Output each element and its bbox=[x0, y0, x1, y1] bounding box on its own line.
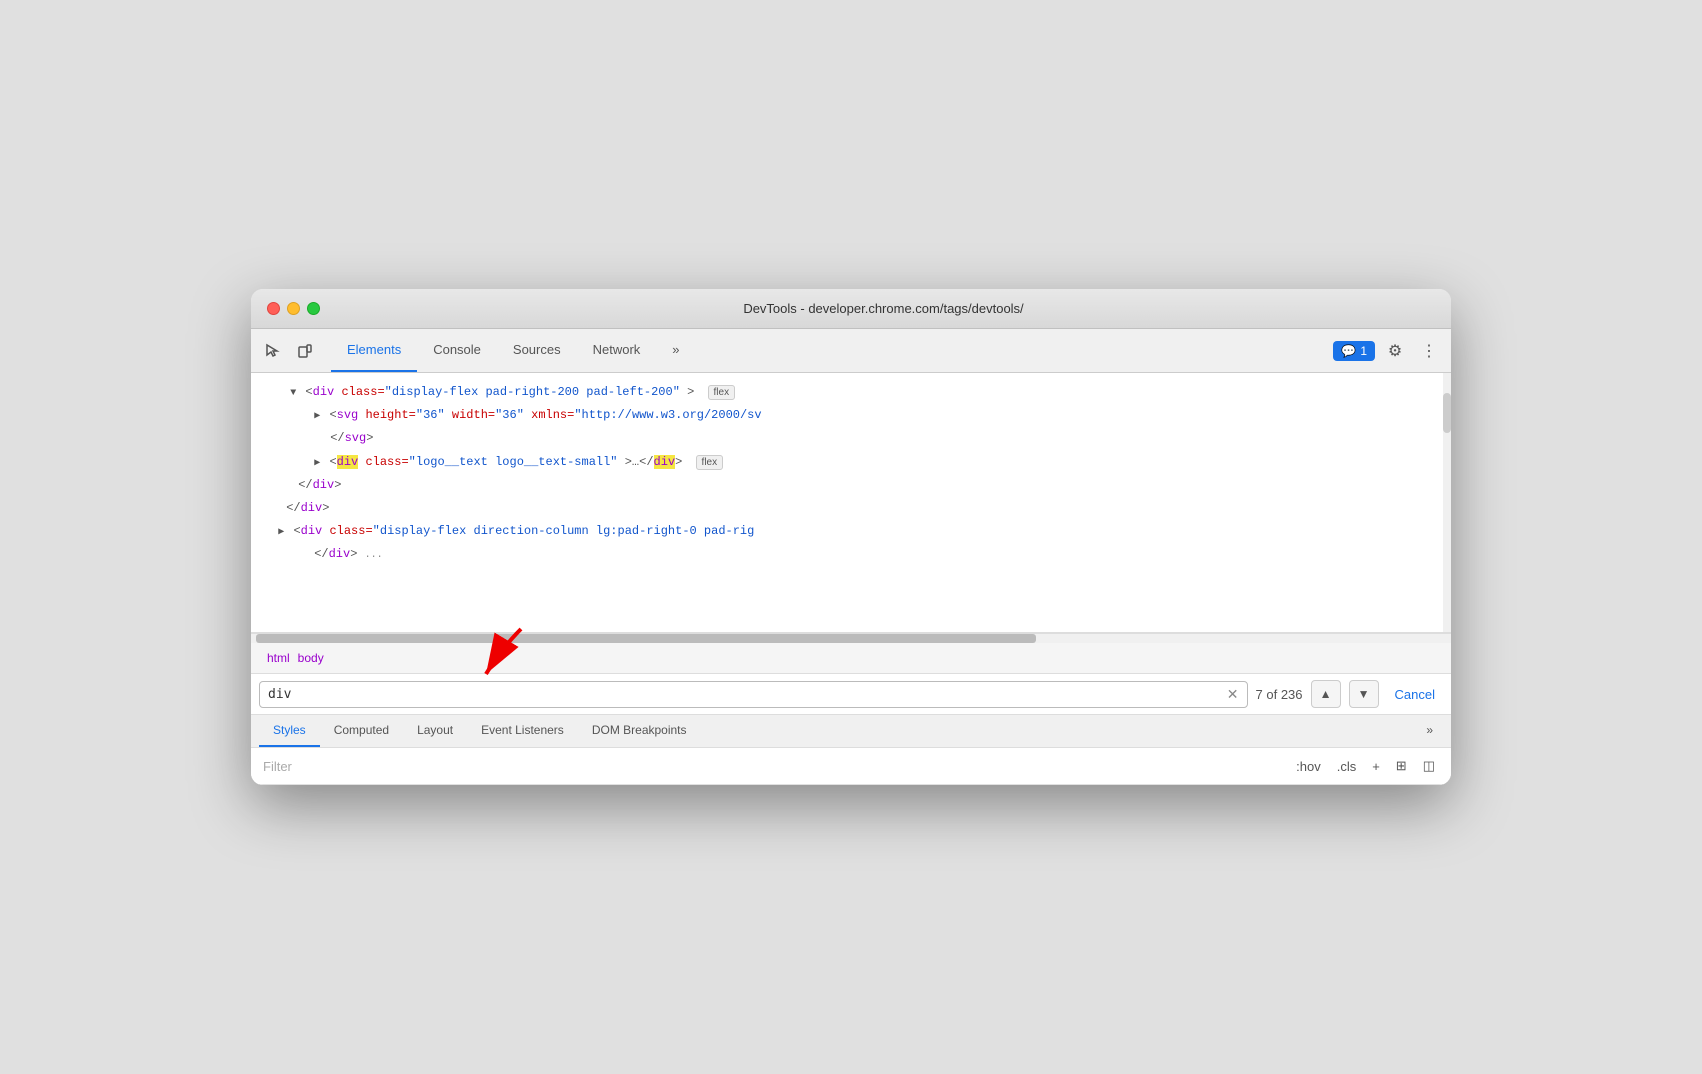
tab-dom-breakpoints[interactable]: DOM Breakpoints bbox=[578, 715, 701, 747]
search-count: 7 of 236 bbox=[1256, 687, 1303, 702]
flex-badge-2: flex bbox=[696, 455, 724, 470]
dom-line-1[interactable]: ▼ <div class="display-flex pad-right-200… bbox=[251, 381, 1451, 404]
vertical-scrollbar[interactable] bbox=[1443, 373, 1451, 632]
search-next-button[interactable]: ▼ bbox=[1349, 680, 1379, 708]
device-icon[interactable] bbox=[291, 337, 319, 365]
tab-layout[interactable]: Layout bbox=[403, 715, 467, 747]
styles-tabs: Styles Computed Layout Event Listeners D… bbox=[251, 715, 1451, 748]
comment-badge[interactable]: 💬 1 bbox=[1333, 341, 1375, 361]
search-bar: ✕ 7 of 236 ▲ ▼ Cancel bbox=[251, 674, 1451, 715]
close-button[interactable] bbox=[267, 302, 280, 315]
dom-line-7[interactable]: ▶ <div class="display-flex direction-col… bbox=[251, 520, 1451, 543]
search-prev-button[interactable]: ▲ bbox=[1311, 680, 1341, 708]
tab-sources[interactable]: Sources bbox=[497, 329, 577, 372]
tab-console[interactable]: Console bbox=[417, 329, 497, 372]
search-clear-icon[interactable]: ✕ bbox=[1227, 686, 1239, 703]
horizontal-scrollbar[interactable] bbox=[251, 633, 1451, 643]
dom-line-5[interactable]: </div> bbox=[251, 474, 1451, 497]
devtools-window: DevTools - developer.chrome.com/tags/dev… bbox=[251, 289, 1451, 785]
filter-actions: :hov .cls + ⊞ ◫ bbox=[1292, 756, 1439, 776]
search-cancel-button[interactable]: Cancel bbox=[1387, 683, 1443, 706]
scrollbar-thumb bbox=[1443, 393, 1451, 433]
tab-computed[interactable]: Computed bbox=[320, 715, 403, 747]
tab-elements[interactable]: Elements bbox=[331, 329, 417, 372]
breadcrumb-html[interactable]: html bbox=[263, 649, 294, 667]
title-bar: DevTools - developer.chrome.com/tags/dev… bbox=[251, 289, 1451, 329]
flex-badge-1: flex bbox=[708, 385, 736, 400]
horizontal-scrollbar-thumb bbox=[256, 634, 1036, 643]
add-rule-button[interactable]: + bbox=[1368, 757, 1384, 776]
inspect-icon[interactable] bbox=[259, 337, 287, 365]
sidebar-toggle-button[interactable]: ◫ bbox=[1419, 756, 1439, 776]
more-options-icon[interactable]: ⋮ bbox=[1415, 337, 1443, 365]
toolbar-icons bbox=[259, 337, 319, 365]
force-state-button[interactable]: ⊞ bbox=[1392, 756, 1411, 776]
maximize-button[interactable] bbox=[307, 302, 320, 315]
plus-icon: + bbox=[1372, 759, 1380, 774]
dom-line-3[interactable]: </svg> bbox=[251, 427, 1451, 450]
comment-icon: 💬 bbox=[1341, 344, 1356, 358]
breadcrumb-body[interactable]: body bbox=[294, 649, 328, 667]
dom-line-8[interactable]: </div> ... bbox=[251, 543, 1451, 566]
devtools-tabs: Elements Console Sources Network » bbox=[331, 329, 1333, 372]
comment-count: 1 bbox=[1360, 344, 1367, 358]
breadcrumb-bar: html body bbox=[251, 643, 1451, 674]
dom-line-6[interactable]: </div> bbox=[251, 497, 1451, 520]
triangle-7: ▶ bbox=[278, 527, 284, 538]
dom-line-4[interactable]: ▶ <div class="logo__text logo__text-smal… bbox=[251, 451, 1451, 474]
search-input-wrapper: ✕ bbox=[259, 681, 1248, 708]
triangle-4: ▶ bbox=[314, 458, 320, 469]
tab-more-bottom[interactable]: » bbox=[1416, 715, 1443, 747]
dom-panel: ▼ <div class="display-flex pad-right-200… bbox=[251, 373, 1451, 633]
traffic-lights bbox=[267, 302, 320, 315]
force-icon: ⊞ bbox=[1396, 758, 1407, 773]
settings-icon[interactable]: ⚙ bbox=[1381, 337, 1409, 365]
search-input[interactable] bbox=[268, 687, 1221, 702]
dom-line-2[interactable]: ▶ <svg height="36" width="36" xmlns="htt… bbox=[251, 404, 1451, 427]
window-title: DevTools - developer.chrome.com/tags/dev… bbox=[332, 301, 1435, 316]
tab-more[interactable]: » bbox=[656, 329, 695, 372]
filter-bar: Filter :hov .cls + ⊞ ◫ bbox=[251, 748, 1451, 785]
bottom-panel: Styles Computed Layout Event Listeners D… bbox=[251, 715, 1451, 785]
tab-network[interactable]: Network bbox=[577, 329, 657, 372]
minimize-button[interactable] bbox=[287, 302, 300, 315]
triangle-2: ▶ bbox=[314, 411, 320, 422]
triangle-1: ▼ bbox=[290, 388, 296, 399]
filter-label: Filter bbox=[263, 759, 1284, 774]
devtools-toolbar: Elements Console Sources Network » 💬 1 ⚙… bbox=[251, 329, 1451, 373]
toolbar-right: 💬 1 ⚙ ⋮ bbox=[1333, 337, 1443, 365]
tab-styles[interactable]: Styles bbox=[259, 715, 320, 747]
sidebar-icon: ◫ bbox=[1423, 758, 1435, 773]
tab-event-listeners[interactable]: Event Listeners bbox=[467, 715, 578, 747]
hov-button[interactable]: :hov bbox=[1292, 757, 1325, 776]
cls-button[interactable]: .cls bbox=[1333, 757, 1361, 776]
